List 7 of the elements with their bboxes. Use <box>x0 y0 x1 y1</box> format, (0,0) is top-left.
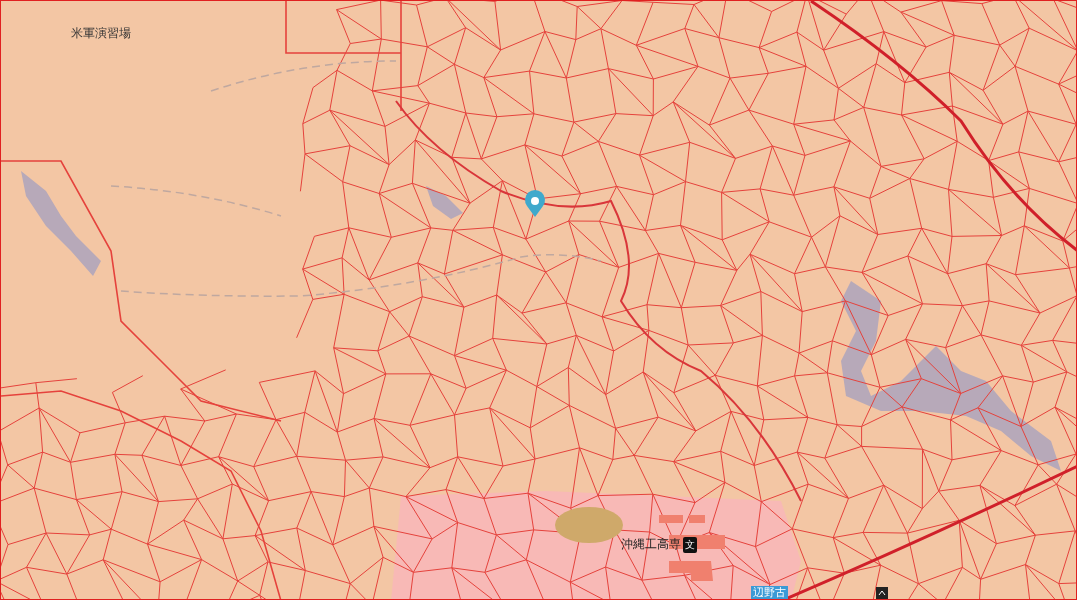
sports-field <box>555 507 623 543</box>
location-pin-icon[interactable] <box>525 190 545 217</box>
map-view[interactable]: 米軍演習場 沖縄工高専 文 辺野古 <box>0 0 1077 600</box>
place-label: 沖縄工高専 <box>621 536 681 553</box>
road-marker-icon <box>876 587 888 599</box>
place-badge: 辺野古 <box>751 586 788 599</box>
area-label: 米軍演習場 <box>71 25 131 42</box>
